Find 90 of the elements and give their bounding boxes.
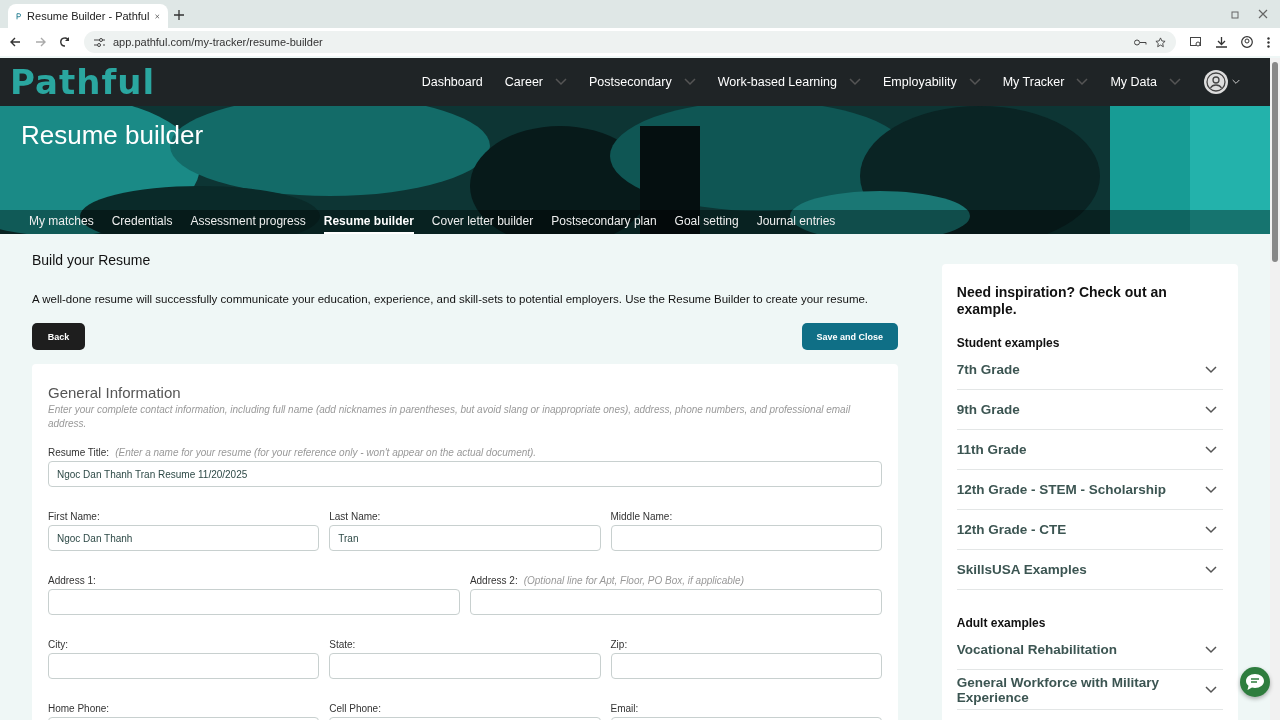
- accordion-item[interactable]: 9th Grade: [956, 390, 1223, 430]
- chat-button[interactable]: [1240, 667, 1270, 697]
- field-label: First Name:: [48, 511, 100, 522]
- logo[interactable]: Pathful: [10, 62, 156, 102]
- intro-text: A well-done resume will successfully communicate your education, experience, and skill-sets to potential employers. Use the Resume Builder to create your resume.: [32, 293, 870, 305]
- form-hint: Enter your complete contact information, including full name (add nicknames in parentheses, but avoid slang or inappropriate ones), address, phone numbers, and professional email address.: [48, 403, 852, 431]
- close-icon[interactable]: [1258, 9, 1268, 19]
- input-field[interactable]: Tran: [329, 525, 601, 551]
- chevron-down-icon: [1205, 365, 1217, 374]
- download-icon[interactable]: [1216, 36, 1227, 48]
- section-tab[interactable]: My matches: [29, 210, 94, 234]
- nav-menu-item[interactable]: Postsecondary: [589, 75, 696, 89]
- chevron-down-icon: [555, 78, 568, 86]
- field-hint: (Optional line for Apt, Floor, PO Box, if applicable): [523, 575, 744, 586]
- input-field[interactable]: [329, 653, 601, 679]
- field-label: Zip:: [610, 639, 628, 650]
- accordion-item[interactable]: 12th Grade - STEM - Scholarship: [956, 470, 1223, 510]
- input-field[interactable]: [610, 653, 882, 679]
- chevron-down-icon: [1205, 485, 1217, 494]
- accordion-item[interactable]: 12th Grade - CTE: [956, 510, 1223, 550]
- back-arrow-icon[interactable]: [10, 37, 21, 47]
- site-settings-icon: [94, 37, 105, 47]
- chevron-down-icon: [1205, 645, 1217, 654]
- browser-tab[interactable]: Resume Builder - Pathful: [8, 4, 168, 28]
- chevron-down-icon: [1205, 685, 1217, 694]
- chevron-down-icon: [1169, 78, 1181, 86]
- chevron-down-icon: [683, 78, 696, 86]
- chevron-down-icon: [1205, 525, 1217, 534]
- form-title: General Information: [48, 384, 182, 401]
- section-tab[interactable]: Cover letter builder: [431, 210, 534, 234]
- input-field[interactable]: Ngoc Dan Thanh: [48, 525, 320, 551]
- field-label: State:: [329, 639, 356, 650]
- field-hint: (Enter a name for your resume (for your reference only - won't appear on the actual document).: [115, 447, 537, 458]
- screen-search-icon[interactable]: [1190, 36, 1202, 48]
- field-label: City:: [48, 639, 68, 650]
- back-button[interactable]: Back: [32, 323, 85, 350]
- group-heading: Adult examples: [956, 616, 1047, 630]
- accordion-item[interactable]: 11th Grade: [956, 430, 1223, 470]
- input-field[interactable]: [48, 589, 460, 615]
- close-icon[interactable]: [155, 11, 160, 21]
- star-icon[interactable]: [1155, 36, 1166, 48]
- input-field[interactable]: Ngoc Dan Thanh Tran Resume 11/20/2025: [48, 461, 882, 487]
- menu-icon[interactable]: [1267, 36, 1270, 48]
- scrollbar[interactable]: [1270, 58, 1280, 720]
- field-label: Home Phone:: [48, 703, 110, 714]
- field-label: Middle Name:: [610, 511, 673, 522]
- chevron-down-icon: [1205, 405, 1217, 414]
- section-tab[interactable]: Resume builder: [323, 210, 414, 234]
- section-tab[interactable]: Assessment progress: [190, 210, 306, 234]
- chat-bubble-icon: [1245, 673, 1265, 691]
- new-tab-icon[interactable]: [174, 10, 184, 20]
- field-label: Address 2:: [469, 575, 518, 586]
- chevron-down-icon: [968, 78, 981, 86]
- input-field[interactable]: [610, 525, 882, 551]
- field-label: Resume Title:: [48, 447, 110, 458]
- section-tab[interactable]: Credentials: [111, 210, 173, 234]
- accordion-item[interactable]: General Workforce with Military Experience: [956, 670, 1223, 710]
- chevron-down-icon: [1076, 78, 1089, 86]
- page-title: Resume builder: [21, 120, 204, 151]
- section-tab[interactable]: Postsecondary plan: [551, 210, 657, 234]
- section-heading: Build your Resume: [32, 252, 152, 268]
- nav-menu-item[interactable]: My Tracker: [1002, 75, 1089, 89]
- restore-icon[interactable]: [1231, 9, 1240, 19]
- key-icon[interactable]: [1134, 38, 1147, 46]
- reload-icon[interactable]: [60, 37, 70, 47]
- chevron-down-icon: [849, 78, 861, 86]
- accordion-item[interactable]: Vocational Rehabilitation: [956, 630, 1223, 670]
- section-tab[interactable]: Goal setting: [674, 210, 739, 234]
- sidebar-title: Need inspiration? Check out an example.: [956, 284, 1168, 318]
- nav-menu-item[interactable]: My Data: [1110, 75, 1181, 89]
- field-label: Address 1:: [48, 575, 96, 586]
- nav-menu-item[interactable]: Work-based Learning: [717, 75, 861, 89]
- profile-icon[interactable]: [1241, 36, 1253, 48]
- group-heading: Student examples: [956, 336, 1061, 350]
- nav-menu-item[interactable]: Career: [504, 75, 568, 89]
- accordion-item[interactable]: SkillsUSA Examples: [956, 550, 1223, 590]
- nav-menu-item[interactable]: Dashboard: [421, 75, 483, 89]
- avatar-icon[interactable]: [1203, 69, 1240, 95]
- input-field[interactable]: [48, 653, 320, 679]
- field-label: Last Name:: [329, 511, 381, 522]
- chevron-down-icon: [1205, 565, 1217, 574]
- field-label: Email:: [610, 703, 639, 714]
- chevron-down-icon: [1205, 445, 1217, 454]
- field-label: Cell Phone:: [329, 703, 381, 714]
- input-field[interactable]: [469, 589, 882, 615]
- accordion-item[interactable]: 7th Grade: [956, 350, 1223, 390]
- save-and-close-button[interactable]: Save and Close: [801, 323, 898, 350]
- nav-menu-item[interactable]: Employability: [883, 75, 981, 89]
- address-bar[interactable]: app.pathful.com/my-tracker/resume-builder: [84, 31, 1176, 53]
- section-tab[interactable]: Journal entries: [756, 210, 836, 234]
